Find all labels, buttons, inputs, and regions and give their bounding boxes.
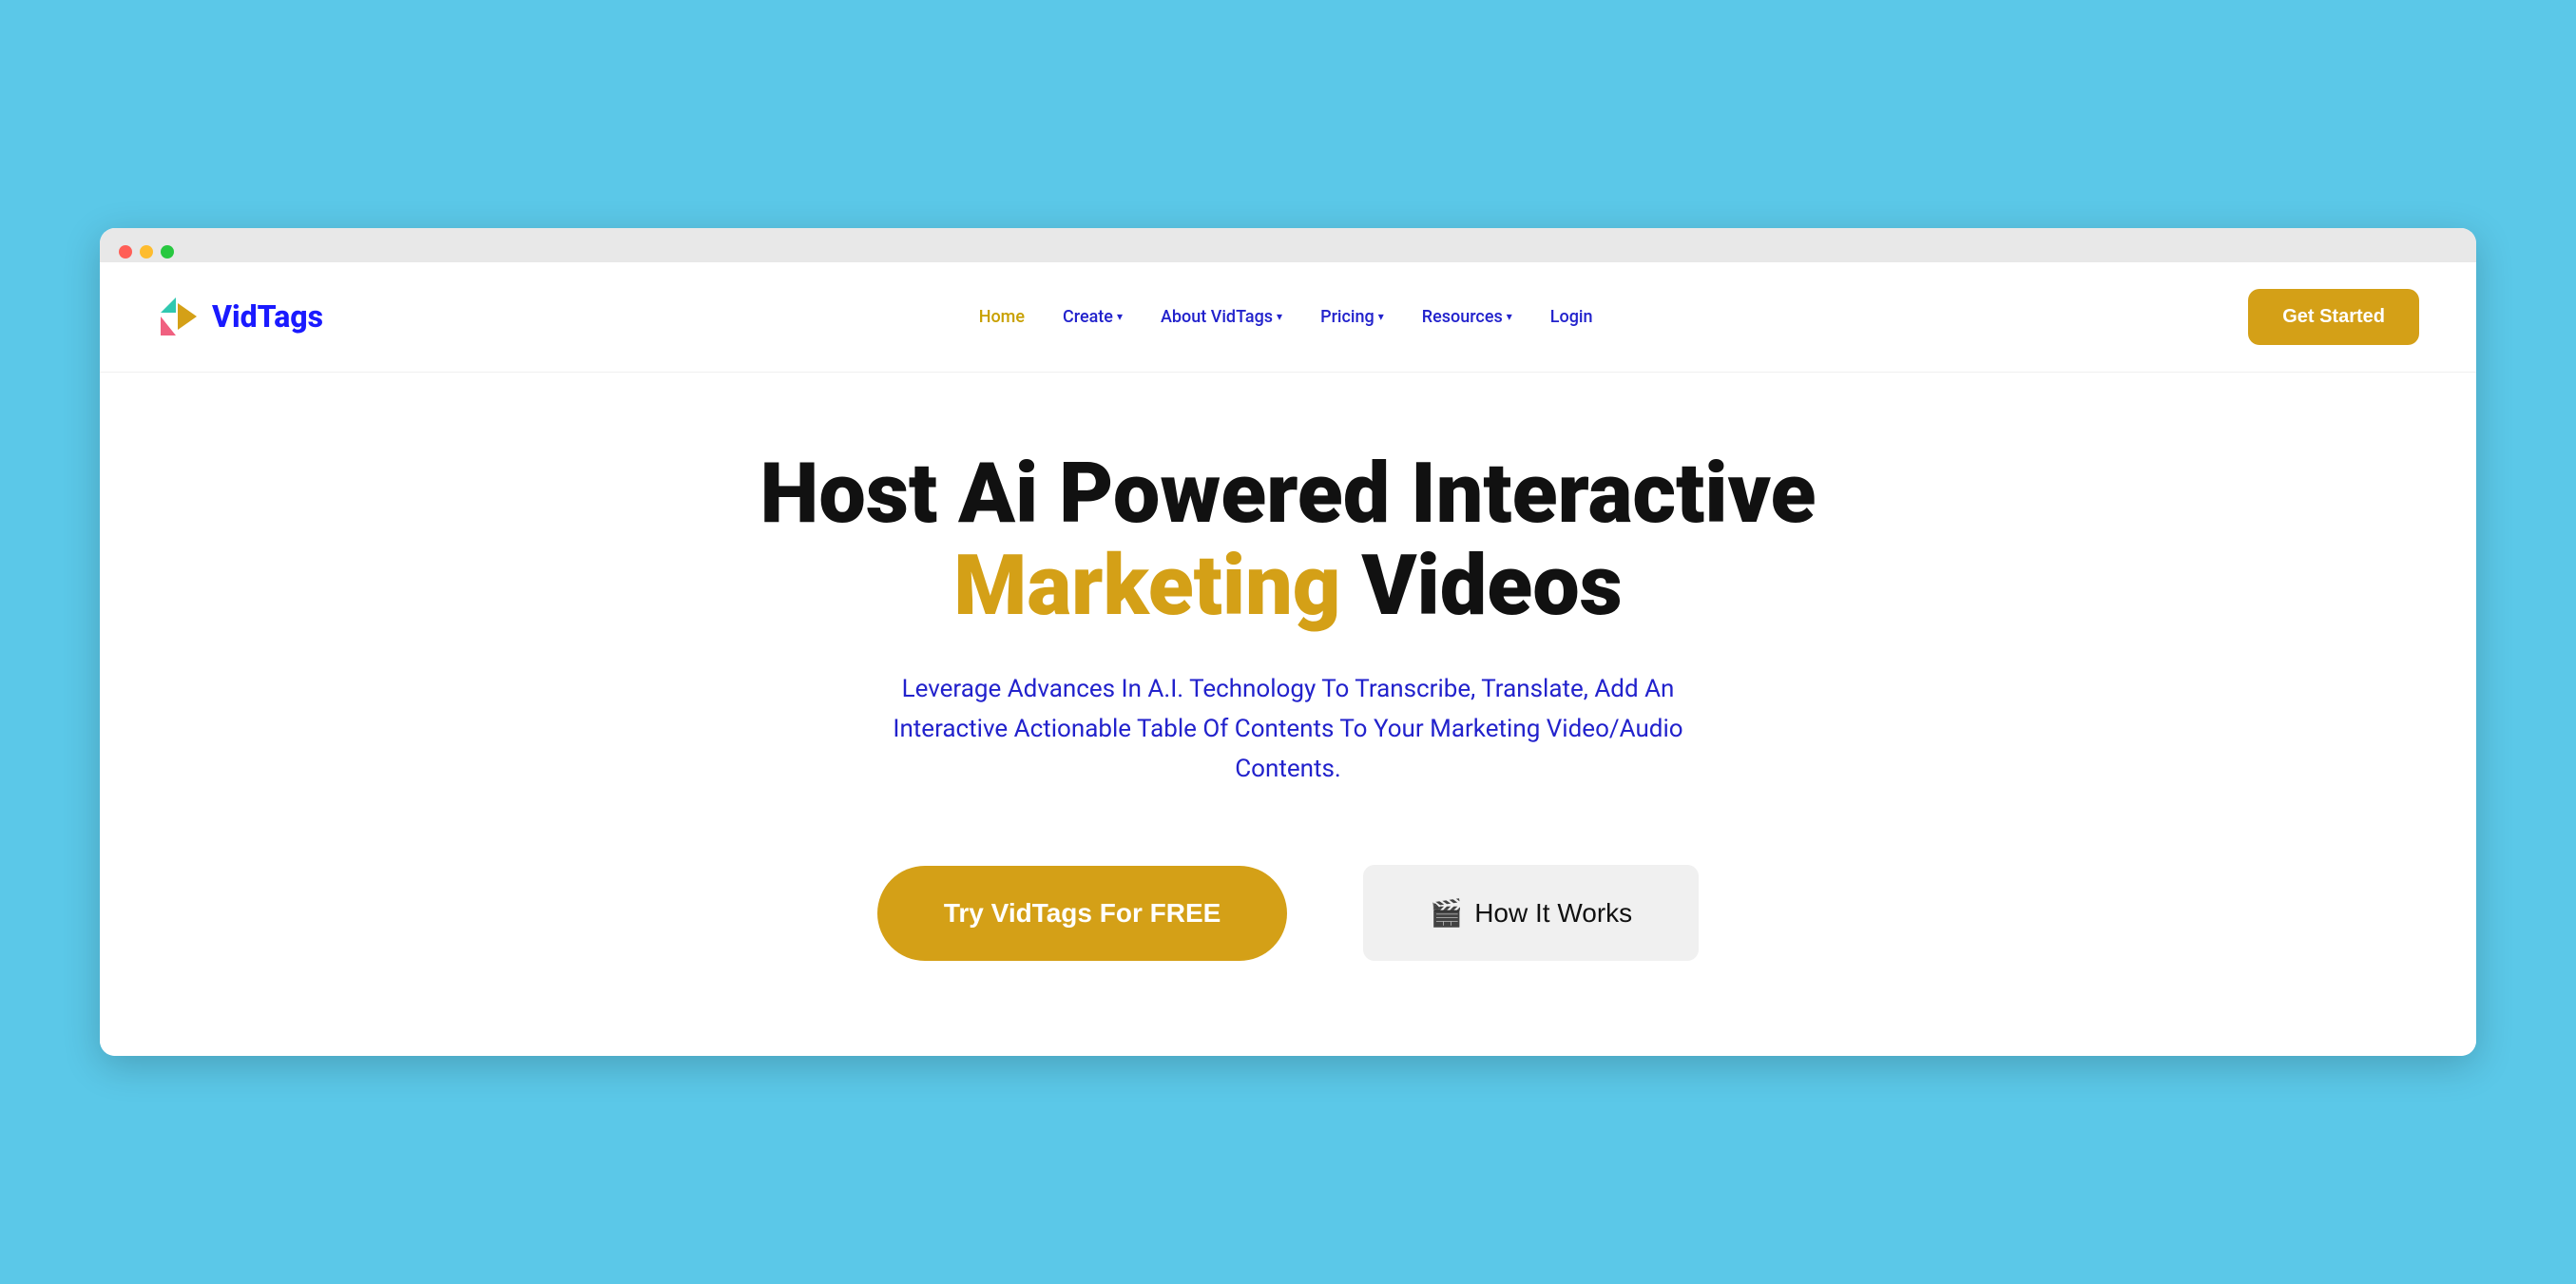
nav-item-about[interactable]: About VidTags ▾ <box>1161 307 1282 327</box>
browser-window: VidTags Home Create ▾ About VidTags ▾ <box>100 228 2476 1056</box>
nav-item-login[interactable]: Login <box>1550 307 1593 327</box>
nav-link-pricing[interactable]: Pricing ▾ <box>1320 307 1384 327</box>
hero-subtitle: Leverage Advances In A.I. Technology To … <box>860 670 1716 789</box>
navbar: VidTags Home Create ▾ About VidTags ▾ <box>100 262 2476 373</box>
nav-link-resources[interactable]: Resources ▾ <box>1422 307 1512 327</box>
browser-content: VidTags Home Create ▾ About VidTags ▾ <box>100 262 2476 1056</box>
logo-icon <box>157 294 202 339</box>
nav-link-about[interactable]: About VidTags ▾ <box>1161 307 1282 327</box>
hero-title-rest: Videos <box>1340 537 1622 635</box>
chevron-down-icon: ▾ <box>1277 310 1282 323</box>
dot-yellow[interactable] <box>140 245 153 259</box>
nav-item-pricing[interactable]: Pricing ▾ <box>1320 307 1384 327</box>
nav-link-home[interactable]: Home <box>979 307 1025 327</box>
hero-title: Host Ai Powered Interactive Marketing Vi… <box>157 449 2419 633</box>
nav-links: Home Create ▾ About VidTags ▾ P <box>979 307 1593 327</box>
get-started-button[interactable]: Get Started <box>2248 289 2419 345</box>
chevron-down-icon: ▾ <box>1507 310 1512 323</box>
how-it-works-icon: 🎬 <box>1430 897 1463 929</box>
hero-title-line1: Host Ai Powered Interactive <box>760 445 1817 543</box>
logo[interactable]: VidTags <box>157 294 323 339</box>
chevron-down-icon: ▾ <box>1378 310 1384 323</box>
hero-title-highlight: Marketing <box>953 537 1340 635</box>
hero-section: Host Ai Powered Interactive Marketing Vi… <box>100 373 2476 1056</box>
nav-item-resources[interactable]: Resources ▾ <box>1422 307 1512 327</box>
logo-text: VidTags <box>212 298 323 335</box>
browser-dots <box>119 241 2457 262</box>
nav-link-login[interactable]: Login <box>1550 307 1593 327</box>
try-free-button[interactable]: Try VidTags For FREE <box>877 866 1287 961</box>
hero-buttons: Try VidTags For FREE 🎬 How It Works <box>157 865 2419 961</box>
dot-green[interactable] <box>161 245 174 259</box>
nav-item-create[interactable]: Create ▾ <box>1063 307 1123 327</box>
dot-red[interactable] <box>119 245 132 259</box>
nav-item-home[interactable]: Home <box>979 307 1025 327</box>
how-it-works-button[interactable]: 🎬 How It Works <box>1363 865 1699 961</box>
chevron-down-icon: ▾ <box>1117 310 1123 323</box>
browser-chrome <box>100 228 2476 262</box>
nav-link-create[interactable]: Create ▾ <box>1063 307 1123 327</box>
how-it-works-label: How It Works <box>1474 898 1632 929</box>
